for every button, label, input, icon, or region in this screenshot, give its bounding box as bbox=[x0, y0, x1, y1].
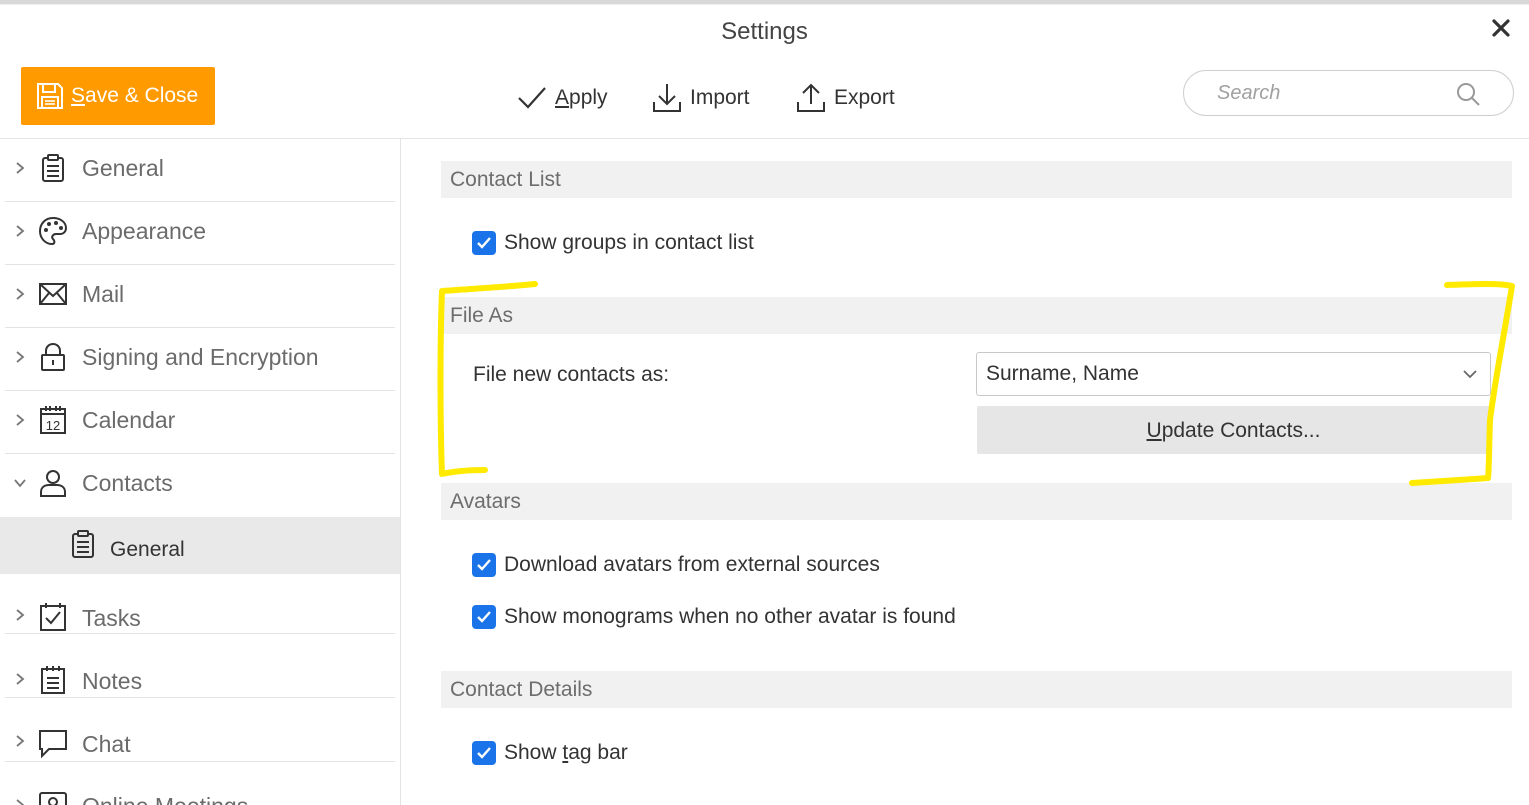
export-icon bbox=[797, 83, 825, 112]
sidebar-subitem-label: General bbox=[110, 538, 185, 561]
sidebar-item-signing-encryption[interactable]: Signing and Encryption bbox=[5, 328, 395, 391]
file-as-selected-value: Surname, Name bbox=[986, 362, 1139, 385]
meeting-icon bbox=[39, 792, 67, 805]
lock-icon bbox=[41, 342, 65, 371]
chevron-right-icon bbox=[16, 609, 25, 621]
import-icon bbox=[653, 84, 681, 112]
chevron-right-icon bbox=[16, 162, 25, 174]
close-icon bbox=[1492, 19, 1510, 37]
chevron-right-icon bbox=[16, 673, 25, 685]
window-top-border-shadow bbox=[0, 4, 1529, 5]
sidebar-item-mail[interactable]: Mail bbox=[5, 265, 395, 328]
palette-icon bbox=[38, 216, 68, 246]
sidebar-item-label: Chat bbox=[82, 731, 131, 757]
download-avatars-checkbox[interactable]: Download avatars from external sources bbox=[472, 552, 880, 578]
checkbox-checked[interactable] bbox=[472, 741, 496, 765]
section-header-contact-details: Contact Details bbox=[441, 671, 1512, 708]
file-as-select[interactable]: Surname, Name bbox=[976, 352, 1491, 396]
sidebar-item-label: Appearance bbox=[82, 218, 207, 244]
sidebar-item-label: Mail bbox=[82, 281, 125, 307]
sidebar-item-label: Online Meetings bbox=[82, 793, 248, 805]
sidebar-item-label: Contacts bbox=[82, 470, 173, 496]
calendar-icon: 12 bbox=[40, 406, 66, 434]
sidebar-item-chat[interactable]: Chat bbox=[5, 698, 395, 762]
show-tag-bar-checkbox[interactable]: Show tag bar bbox=[472, 740, 628, 766]
save-and-close-label: Save & Close bbox=[71, 84, 199, 107]
notes-icon bbox=[41, 666, 65, 694]
checkbox-label: Download avatars from external sources bbox=[504, 553, 880, 576]
task-checkbox-icon bbox=[40, 603, 66, 631]
window-title: Settings bbox=[721, 18, 808, 45]
sidebar-item-tasks[interactable]: Tasks bbox=[5, 574, 395, 634]
chevron-right-icon bbox=[16, 414, 25, 426]
clipboard-icon bbox=[42, 154, 64, 182]
export-label: Export bbox=[834, 86, 895, 109]
file-as-label: File new contacts as: bbox=[473, 363, 670, 386]
chevron-right-icon bbox=[16, 799, 25, 805]
apply-label: Apply bbox=[555, 86, 608, 109]
checkmark-icon bbox=[477, 747, 491, 759]
chevron-right-icon bbox=[16, 225, 25, 237]
checkbox-label: Show monograms when no other avatar is f… bbox=[504, 605, 956, 628]
sidebar-divider bbox=[400, 139, 401, 805]
apply-button[interactable]: Apply bbox=[517, 80, 608, 116]
show-groups-checkbox[interactable]: Show groups in contact list bbox=[472, 230, 754, 256]
import-label: Import bbox=[690, 86, 750, 109]
checkbox-label: Show tag bar bbox=[504, 741, 628, 764]
clipboard-icon bbox=[72, 530, 94, 558]
chevron-right-icon bbox=[16, 288, 25, 300]
checkbox-checked[interactable] bbox=[472, 605, 496, 629]
sidebar-item-label: General bbox=[82, 155, 164, 181]
section-header-file-as: File As bbox=[441, 297, 1512, 334]
close-button[interactable] bbox=[1486, 14, 1516, 44]
checkmark-icon bbox=[477, 559, 491, 571]
export-button[interactable]: Export bbox=[796, 80, 895, 116]
sidebar-subitem-contacts-general[interactable]: General bbox=[0, 517, 400, 574]
sidebar-item-label: Tasks bbox=[82, 605, 141, 631]
svg-text:12: 12 bbox=[46, 418, 60, 433]
sidebar-item-label: Notes bbox=[82, 668, 143, 694]
checkmark-icon bbox=[477, 611, 491, 623]
sidebar-item-appearance[interactable]: Appearance bbox=[5, 202, 395, 265]
save-icon bbox=[37, 83, 63, 109]
section-header-contact-list: Contact List bbox=[441, 161, 1512, 198]
sidebar-item-calendar[interactable]: 12 Calendar bbox=[5, 391, 395, 454]
update-contacts-button[interactable]: Update Contacts... bbox=[977, 406, 1490, 454]
sidebar-item-online-meetings[interactable]: Online Meetings bbox=[5, 762, 395, 805]
import-button[interactable]: Import bbox=[652, 80, 750, 116]
chevron-down-icon bbox=[1463, 370, 1477, 379]
checkmark-icon bbox=[477, 237, 491, 249]
search-input[interactable] bbox=[1217, 81, 1447, 105]
checkmark-icon bbox=[518, 87, 546, 109]
sidebar-item-general[interactable]: General bbox=[5, 139, 395, 202]
chat-bubble-icon bbox=[39, 730, 67, 758]
sidebar-item-notes[interactable]: Notes bbox=[5, 634, 395, 698]
save-and-close-button[interactable]: Save & Close bbox=[21, 67, 215, 125]
sidebar-item-label: Signing and Encryption bbox=[82, 344, 319, 370]
section-header-avatars: Avatars bbox=[441, 483, 1512, 520]
chevron-right-icon bbox=[16, 351, 25, 363]
show-monograms-checkbox[interactable]: Show monograms when no other avatar is f… bbox=[472, 604, 956, 630]
chevron-right-icon bbox=[16, 735, 25, 747]
envelope-icon bbox=[39, 283, 67, 305]
chevron-down-icon bbox=[14, 479, 26, 488]
sidebar-item-label: Calendar bbox=[82, 407, 176, 433]
checkbox-label: Show groups in contact list bbox=[504, 231, 754, 254]
search-icon[interactable] bbox=[1455, 81, 1481, 107]
checkbox-checked[interactable] bbox=[472, 553, 496, 577]
checkbox-checked[interactable] bbox=[472, 231, 496, 255]
sidebar-item-contacts[interactable]: Contacts bbox=[5, 454, 395, 517]
search-box[interactable] bbox=[1183, 70, 1514, 116]
person-icon bbox=[40, 470, 66, 497]
